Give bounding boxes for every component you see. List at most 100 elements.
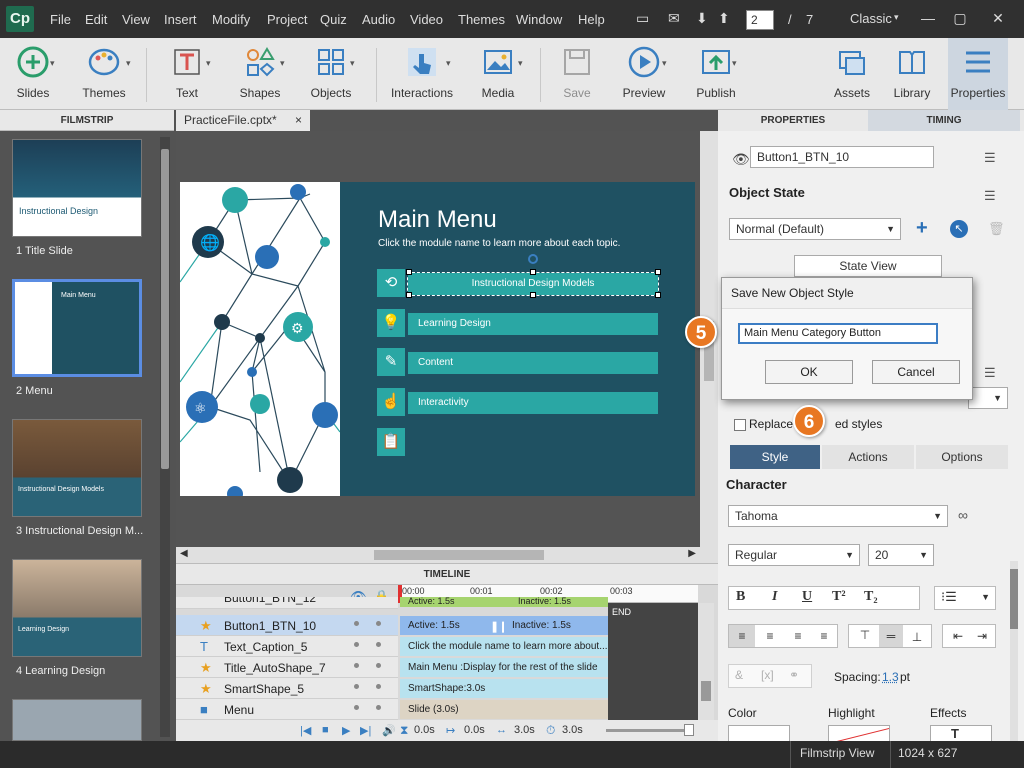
slide-title[interactable]: Main Menu	[378, 206, 497, 234]
slides-button[interactable]: ▾ Slides	[6, 38, 60, 110]
slide-thumbnail-4[interactable]: Learning Design	[12, 559, 142, 657]
tab-options[interactable]: Options	[916, 445, 1008, 469]
rotate-handle-icon[interactable]	[528, 254, 538, 264]
lock-dot[interactable]	[376, 705, 381, 710]
menu-window[interactable]: Window	[516, 12, 562, 27]
effects-select[interactable]: T	[930, 725, 992, 741]
slide-subtitle[interactable]: Click the module name to learn more abou…	[378, 238, 620, 249]
properties-button[interactable]: Properties	[948, 38, 1008, 110]
slide-thumbnail-1[interactable]: Instructional Design	[12, 139, 142, 237]
library-button[interactable]: Library	[886, 38, 938, 110]
assets-button[interactable]: Assets	[828, 38, 876, 110]
slide-label-4[interactable]: 4 Learning Design	[16, 665, 105, 677]
menu-audio[interactable]: Audio	[362, 12, 395, 27]
lock-dot[interactable]	[376, 642, 381, 647]
scrollbar-thumb[interactable]	[161, 149, 169, 469]
bold-button[interactable]: B	[736, 589, 745, 605]
visibility-dot[interactable]	[354, 642, 359, 647]
tab-style[interactable]: Style	[730, 445, 820, 469]
timeline-bar[interactable]: Active: 1.5s Inactive: 1.5s	[400, 597, 608, 607]
panel-menu-icon[interactable]: ☰	[984, 365, 996, 381]
subscript-button[interactable]: T₂	[864, 589, 878, 605]
menu-edit[interactable]: Edit	[85, 12, 107, 27]
lock-dot[interactable]	[376, 684, 381, 689]
timeline-bar-active[interactable]: Active: 1.5s	[400, 616, 504, 635]
objects-button[interactable]: ▾ Objects	[302, 38, 360, 110]
slide-thumbnail-3[interactable]: Instructional Design Models	[12, 419, 142, 517]
workspace-switcher[interactable]: Classic	[850, 11, 892, 26]
outdent-icon[interactable]: ⇤	[947, 625, 969, 647]
play-icon[interactable]: ▶	[342, 724, 350, 737]
bullets-dropdown[interactable]: ⁝☰ ▼	[934, 586, 996, 610]
scroll-right-icon[interactable]: ▶	[688, 548, 696, 559]
tab-actions[interactable]: Actions	[822, 445, 914, 469]
stop-icon[interactable]: ■	[322, 724, 329, 736]
shapes-button[interactable]: ▾ Shapes	[230, 38, 290, 110]
indent-icon[interactable]: ⇥	[971, 625, 993, 647]
italic-button[interactable]: I	[772, 589, 777, 605]
zoom-slider[interactable]	[606, 729, 690, 732]
visibility-dot[interactable]	[354, 621, 359, 626]
timeline-bar[interactable]: Click the module name to learn more abou…	[400, 637, 608, 656]
font-family-select[interactable]: Tahoma ▼	[728, 505, 948, 527]
scroll-left-icon[interactable]: ◀	[180, 548, 188, 559]
visibility-dot[interactable]	[354, 684, 359, 689]
timeline-bar[interactable]: Main Menu :Display for the rest of the s…	[400, 658, 608, 677]
font-size-select[interactable]: 20 ▼	[868, 544, 934, 566]
mail-icon[interactable]: ✉	[668, 10, 680, 27]
visibility-dot[interactable]	[354, 705, 359, 710]
align-bottom-icon[interactable]: ⊥	[905, 625, 929, 649]
timeline-row[interactable]: T Text_Caption_5	[176, 636, 398, 657]
tab-properties[interactable]: PROPERTIES	[718, 110, 868, 131]
themes-button[interactable]: ▾ Themes	[72, 38, 136, 110]
document-tab[interactable]: PracticeFile.cptx* ×	[176, 110, 310, 131]
ok-button[interactable]: OK	[765, 360, 853, 384]
underline-button[interactable]: U	[802, 589, 812, 605]
align-top-icon[interactable]: ⊤	[853, 625, 877, 645]
replace-styles-checkbox[interactable]	[734, 419, 746, 431]
insert-symbol-icon[interactable]: &	[735, 668, 743, 682]
menu-button-learning-design[interactable]: Learning Design	[408, 313, 658, 335]
timeline-vertical-scrollbar[interactable]	[698, 603, 714, 720]
selection-handle[interactable]	[530, 269, 536, 275]
timeline-row[interactable]: ★ Button1_BTN_10	[176, 615, 398, 636]
panel-menu-icon[interactable]: ☰	[984, 188, 996, 204]
slide-thumbnail-5[interactable]	[12, 699, 142, 741]
properties-scrollbar[interactable]	[1010, 561, 1018, 741]
menu-file[interactable]: File	[50, 12, 71, 27]
menu-button-interactivity[interactable]: Interactivity	[408, 392, 658, 414]
selection-handle[interactable]	[406, 269, 412, 275]
arrow-down-icon[interactable]: ⬇	[696, 10, 708, 27]
font-style-select[interactable]: Regular ▼	[728, 544, 860, 566]
menu-insert[interactable]: Insert	[164, 12, 197, 27]
menu-project[interactable]: Project	[267, 12, 307, 27]
timeline-bar[interactable]: Slide (3.0s)	[400, 700, 608, 719]
arrow-up-icon[interactable]: ⬆	[718, 10, 730, 27]
minimize-icon[interactable]: —	[912, 0, 944, 38]
trash-icon[interactable]: 🗑	[988, 221, 1005, 237]
save-button[interactable]: Save	[552, 38, 602, 110]
slide-thumbnail-2[interactable]: Main Menu	[12, 279, 142, 377]
audio-icon[interactable]: 🔊	[382, 724, 396, 737]
comment-icon[interactable]: ▭	[636, 10, 649, 27]
timeline-row[interactable]: ★ Title_AutoShape_7	[176, 657, 398, 678]
menu-themes[interactable]: Themes	[458, 12, 505, 27]
add-state-icon[interactable]: +	[916, 217, 928, 240]
close-tab-icon[interactable]: ×	[295, 110, 302, 131]
align-center-icon[interactable]: ≡	[757, 625, 783, 647]
align-right-icon[interactable]: ≡	[785, 625, 811, 647]
timeline-row[interactable]: ■ Menu	[176, 699, 398, 720]
menu-quiz[interactable]: Quiz	[320, 12, 347, 27]
link-icon[interactable]: ∞	[958, 507, 968, 523]
align-left-icon[interactable]: ≡	[729, 625, 755, 647]
maximize-icon[interactable]: ▢	[944, 0, 976, 38]
style-name-input[interactable]: Main Menu Category Button	[738, 323, 938, 344]
scrollbar-thumb[interactable]	[701, 681, 711, 701]
menu-video[interactable]: Video	[410, 12, 443, 27]
cancel-button[interactable]: Cancel	[872, 360, 960, 384]
style-select[interactable]: ▼	[968, 387, 1008, 409]
selection-handle[interactable]	[655, 269, 661, 275]
menu-view[interactable]: View	[122, 12, 150, 27]
scrollbar-thumb[interactable]	[1010, 569, 1018, 629]
close-icon[interactable]: ✕	[976, 0, 1020, 38]
